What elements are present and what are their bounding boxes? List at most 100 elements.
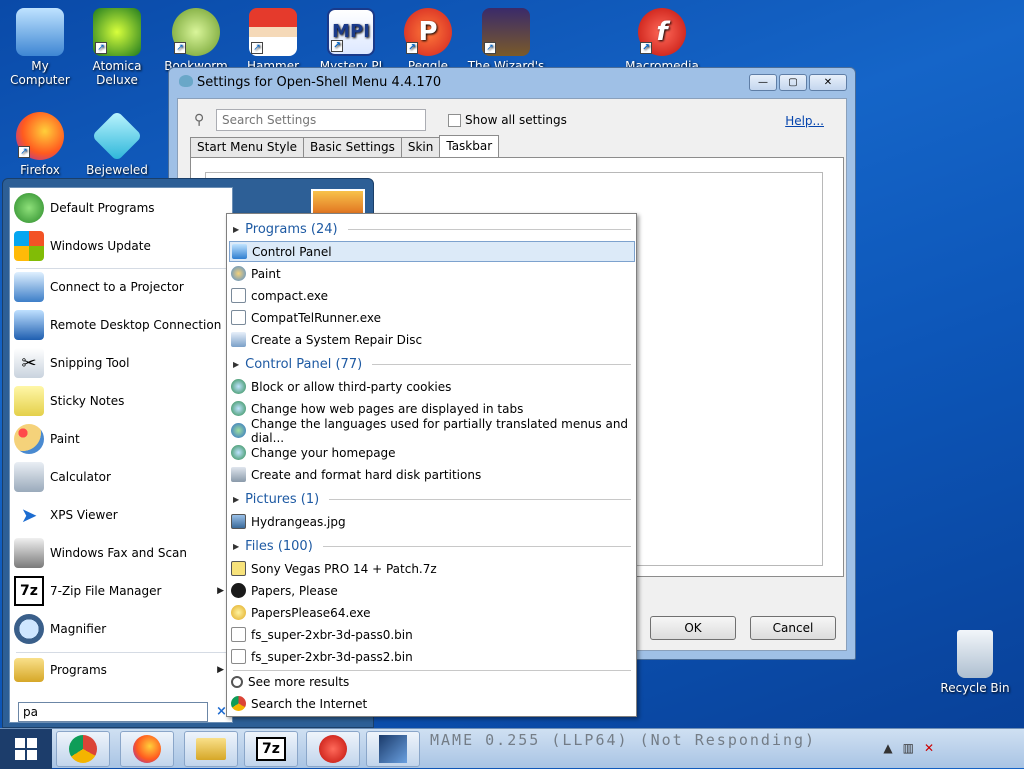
desktop-icon-my-computer[interactable]: My Computer [0, 8, 80, 87]
search-the-internet[interactable]: Search the Internet [229, 693, 635, 714]
globe-icon [231, 423, 246, 438]
results-group-programs[interactable]: ▶ Programs (24) [233, 219, 631, 239]
windows-update-icon [14, 231, 44, 261]
taskbar-firefox[interactable] [120, 731, 174, 767]
result-system-repair-disc[interactable]: Create a System Repair Disc [229, 329, 635, 350]
magnifier-icon [14, 614, 44, 644]
result-change-homepage[interactable]: Change your homepage [229, 442, 635, 463]
show-all-checkbox[interactable] [448, 113, 461, 127]
desktop-icon-firefox[interactable]: ↗ Firefox [0, 112, 80, 177]
result-paint[interactable]: Paint [229, 263, 635, 284]
start-item-xps-viewer[interactable]: ➤ XPS Viewer [14, 497, 228, 533]
result-pass2-bin[interactable]: fs_super-2xbr-3d-pass2.bin [229, 646, 635, 667]
result-control-panel[interactable]: Control Panel [229, 241, 635, 262]
search-results-flyout: ▶ Programs (24) Control Panel Paint comp… [226, 213, 637, 717]
search-icon: ⚲ [194, 112, 205, 128]
taskbar-vegas[interactable] [366, 731, 420, 767]
result-change-languages[interactable]: Change the languages used for partially … [229, 417, 635, 445]
flash-icon [319, 735, 347, 763]
start-item-paint[interactable]: Paint [14, 421, 228, 457]
network-icon[interactable]: ▥ [903, 741, 914, 755]
settings-search-input[interactable] [216, 109, 426, 131]
calculator-icon [14, 462, 44, 492]
xps-viewer-icon: ➤ [20, 503, 38, 527]
paint-icon [231, 266, 246, 281]
volume-muted-icon[interactable]: ✕ [924, 741, 934, 755]
start-item-sticky-notes[interactable]: Sticky Notes [14, 383, 228, 419]
projector-icon [14, 272, 44, 302]
start-item-magnifier[interactable]: Magnifier [14, 611, 228, 647]
taskbar-chrome[interactable] [56, 731, 110, 767]
taskbar-explorer[interactable] [184, 731, 238, 767]
wizard-icon: ↗ [482, 8, 530, 56]
result-sony-vegas[interactable]: Sony Vegas PRO 14 + Patch.7z [229, 558, 635, 579]
result-hydrangeas[interactable]: Hydrangeas.jpg [229, 511, 635, 532]
desktop-icon-recycle-bin[interactable]: Recycle Bin [935, 630, 1015, 695]
cancel-button[interactable]: Cancel [750, 616, 836, 640]
help-link[interactable]: Help... [785, 114, 824, 128]
result-compact-exe[interactable]: compact.exe [229, 285, 635, 306]
start-item-connect-projector[interactable]: Connect to a Projector [14, 269, 228, 305]
scissors-icon: ✂ [14, 348, 44, 378]
tab-basic-settings[interactable]: Basic Settings [303, 137, 402, 157]
result-compattelrunner[interactable]: CompatTelRunner.exe [229, 307, 635, 328]
gem-icon [91, 110, 143, 162]
start-item-fax-scan[interactable]: Windows Fax and Scan [14, 535, 228, 571]
show-all-settings[interactable]: Show all settings [448, 113, 567, 127]
show-hidden-icons[interactable]: ▲ [883, 741, 892, 755]
start-button[interactable] [0, 729, 52, 769]
windows-logo-icon [15, 738, 37, 760]
ok-button[interactable]: OK [650, 616, 736, 640]
start-item-7zip[interactable]: 7z 7-Zip File Manager ▶ [14, 573, 228, 609]
tab-taskbar[interactable]: Taskbar [439, 135, 500, 157]
start-item-calculator[interactable]: Calculator [14, 459, 228, 495]
result-papersplease64[interactable]: PapersPlease64.exe [229, 602, 635, 623]
start-item-programs[interactable]: Programs ▶ [14, 652, 228, 688]
desktop-icon-atomica[interactable]: ↗ Atomica Deluxe [77, 8, 157, 87]
file-icon [231, 627, 246, 642]
results-group-pictures[interactable]: ▶ Pictures (1) [233, 489, 631, 509]
sticky-notes-icon [14, 386, 44, 416]
minimize-button[interactable]: — [749, 74, 777, 91]
desktop-icon-hammer[interactable]: ↗ Hammer [233, 8, 313, 73]
search-icon [231, 675, 243, 688]
result-papers-please[interactable]: Papers, Please [229, 580, 635, 601]
desktop-icon-bejeweled[interactable]: Bejeweled [77, 110, 157, 177]
shell-icon [179, 75, 193, 87]
firefox-icon [133, 735, 161, 763]
desktop-icon-wizard[interactable]: ↗ The Wizard's [466, 8, 546, 73]
desktop-icon-bookworm[interactable]: ↗ Bookworm [156, 8, 236, 73]
atomica-icon: ↗ [93, 8, 141, 56]
exe-icon [231, 288, 246, 303]
7zip-icon: 7z [256, 737, 286, 761]
desktop-icon-macromedia[interactable]: f ↗ Macromedia [622, 8, 702, 73]
taskbar-7zip[interactable]: 7z [244, 731, 298, 767]
result-pass0-bin[interactable]: fs_super-2xbr-3d-pass0.bin [229, 624, 635, 645]
desktop-icon-mystery-pi[interactable]: MPI ↗ Mystery PI [311, 8, 391, 73]
taskbar-flash[interactable] [306, 731, 360, 767]
tab-start-menu-style[interactable]: Start Menu Style [190, 137, 305, 157]
start-item-remote-desktop[interactable]: Remote Desktop Connection [14, 307, 228, 343]
tab-skin[interactable]: Skin [400, 137, 441, 157]
maximize-button[interactable]: ▢ [779, 74, 807, 91]
start-item-snipping-tool[interactable]: ✂ Snipping Tool [14, 345, 228, 381]
disk-management-icon [231, 467, 246, 482]
result-block-cookies[interactable]: Block or allow third-party cookies [229, 376, 635, 397]
close-button[interactable]: ✕ [809, 74, 847, 91]
see-more-results[interactable]: See more results [229, 671, 635, 692]
recycle-bin-icon [957, 630, 993, 678]
expand-triangle-icon: ▶ [233, 224, 240, 234]
folder-icon [196, 738, 226, 760]
programs-folder-icon [14, 658, 44, 682]
start-item-default-programs[interactable]: Default Programs [14, 190, 228, 226]
result-disk-partitions[interactable]: Create and format hard disk partitions [229, 464, 635, 485]
expand-triangle-icon: ▶ [233, 494, 240, 504]
peggle-icon: P ↗ [404, 8, 452, 56]
expand-triangle-icon: ▶ [233, 359, 240, 369]
fax-scan-icon [14, 538, 44, 568]
vegas-icon [379, 735, 407, 763]
start-item-windows-update[interactable]: Windows Update [14, 228, 228, 264]
results-group-files[interactable]: ▶ Files (100) [233, 536, 631, 556]
start-search-input[interactable] [18, 702, 208, 722]
results-group-control-panel[interactable]: ▶ Control Panel (77) [233, 354, 631, 374]
